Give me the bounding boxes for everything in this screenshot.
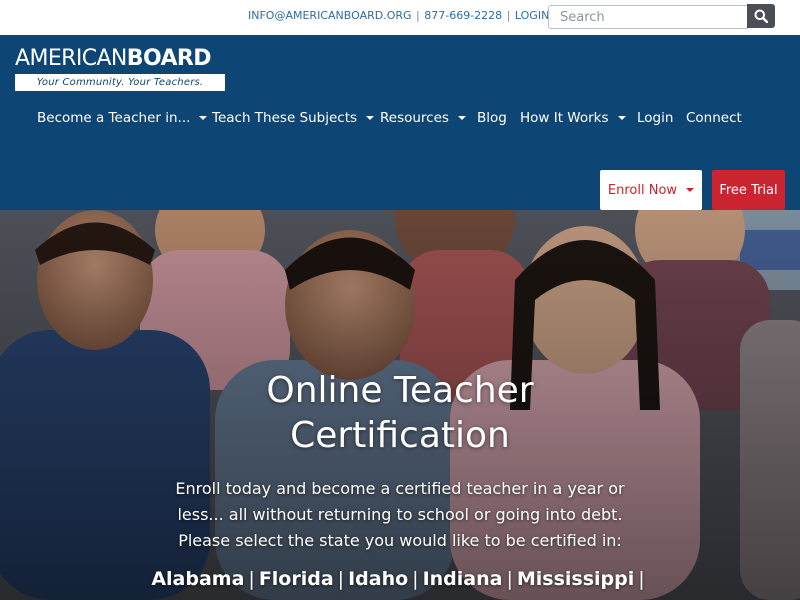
logo[interactable]: AMERICANBOARD Your Community. Your Teach… <box>15 47 225 91</box>
search-button[interactable] <box>747 4 775 28</box>
nav-item-label: Teach These Subjects <box>212 110 358 126</box>
nav-item-label: Become a Teacher in... <box>37 110 191 126</box>
logo-tagline: Your Community. Your Teachers. <box>15 74 225 91</box>
state-links: Alabama | Florida | Idaho | Indiana | Mississipp… <box>0 568 800 590</box>
state-link-florida[interactable]: Florida <box>259 568 334 590</box>
contact-links: INFO@AMERICANBOARD.ORG | 877-669-2228 | … <box>248 9 559 22</box>
nav-item-label: Blog <box>477 110 507 126</box>
caret-down-icon <box>686 188 695 192</box>
free-trial-label: Free Trial <box>719 182 778 198</box>
hero-description: Enroll today and become a certified teac… <box>175 479 625 550</box>
separator: | <box>337 568 345 590</box>
logo-name-bold: BOARD <box>126 46 212 71</box>
hero-title: Online Teacher Certification <box>0 368 800 458</box>
separator: | <box>248 568 255 590</box>
nav-item-resources[interactable]: Resources <box>380 110 466 126</box>
search-input[interactable] <box>548 5 748 29</box>
nav-item-connect[interactable]: Connect <box>686 110 742 126</box>
separator: | <box>416 9 420 22</box>
hero-section: Online Teacher Certification Enroll toda… <box>0 210 800 600</box>
state-link-idaho[interactable]: Idaho <box>348 568 408 590</box>
hero-title-line-2: Certification <box>290 415 510 456</box>
top-login-link[interactable]: LOGIN <box>515 9 549 22</box>
state-link-indiana[interactable]: Indiana <box>423 568 503 590</box>
separator: | <box>412 568 419 590</box>
logo-name-regular: AMERICAN <box>15 46 127 71</box>
nav-item-login[interactable]: Login <box>637 110 673 126</box>
nav-item-label: Resources <box>380 110 449 126</box>
enroll-now-button[interactable]: Enroll Now <box>600 170 702 210</box>
email-link[interactable]: INFO@AMERICANBOARD.ORG <box>248 9 412 22</box>
nav-item-label: Login <box>637 110 674 126</box>
separator: | <box>506 568 513 590</box>
logo-wordmark: AMERICANBOARD <box>15 47 225 71</box>
nav-item-become-a-teacher[interactable]: Become a Teacher in... <box>37 110 208 126</box>
site-header: AMERICANBOARD Your Community. Your Teach… <box>0 35 800 210</box>
nav-item-blog[interactable]: Blog <box>477 110 507 126</box>
caret-down-icon <box>366 116 375 120</box>
caret-down-icon <box>457 116 466 120</box>
enroll-now-label: Enroll Now <box>607 182 678 198</box>
hero-content: Online Teacher Certification Enroll toda… <box>0 368 800 590</box>
caret-down-icon <box>199 116 208 120</box>
state-link-alabama[interactable]: Alabama <box>151 568 244 590</box>
state-link-mississippi[interactable]: Mississippi <box>517 568 634 590</box>
search-icon <box>754 9 768 23</box>
nav-item-label: Connect <box>686 110 742 126</box>
caret-down-icon <box>617 116 626 120</box>
top-utility-bar: INFO@AMERICANBOARD.ORG | 877-669-2228 | … <box>0 0 800 35</box>
separator: | <box>638 568 645 590</box>
hero-title-line-1: Online Teacher <box>266 370 534 411</box>
free-trial-button[interactable]: Free Trial <box>712 170 785 210</box>
phone-link[interactable]: 877-669-2228 <box>424 9 502 22</box>
nav-item-how-it-works[interactable]: How It Works <box>520 110 626 126</box>
separator: | <box>506 9 511 22</box>
nav-item-teach-these-subjects[interactable]: Teach These Subjects <box>212 110 375 126</box>
nav-item-label: How It Works <box>520 110 609 126</box>
